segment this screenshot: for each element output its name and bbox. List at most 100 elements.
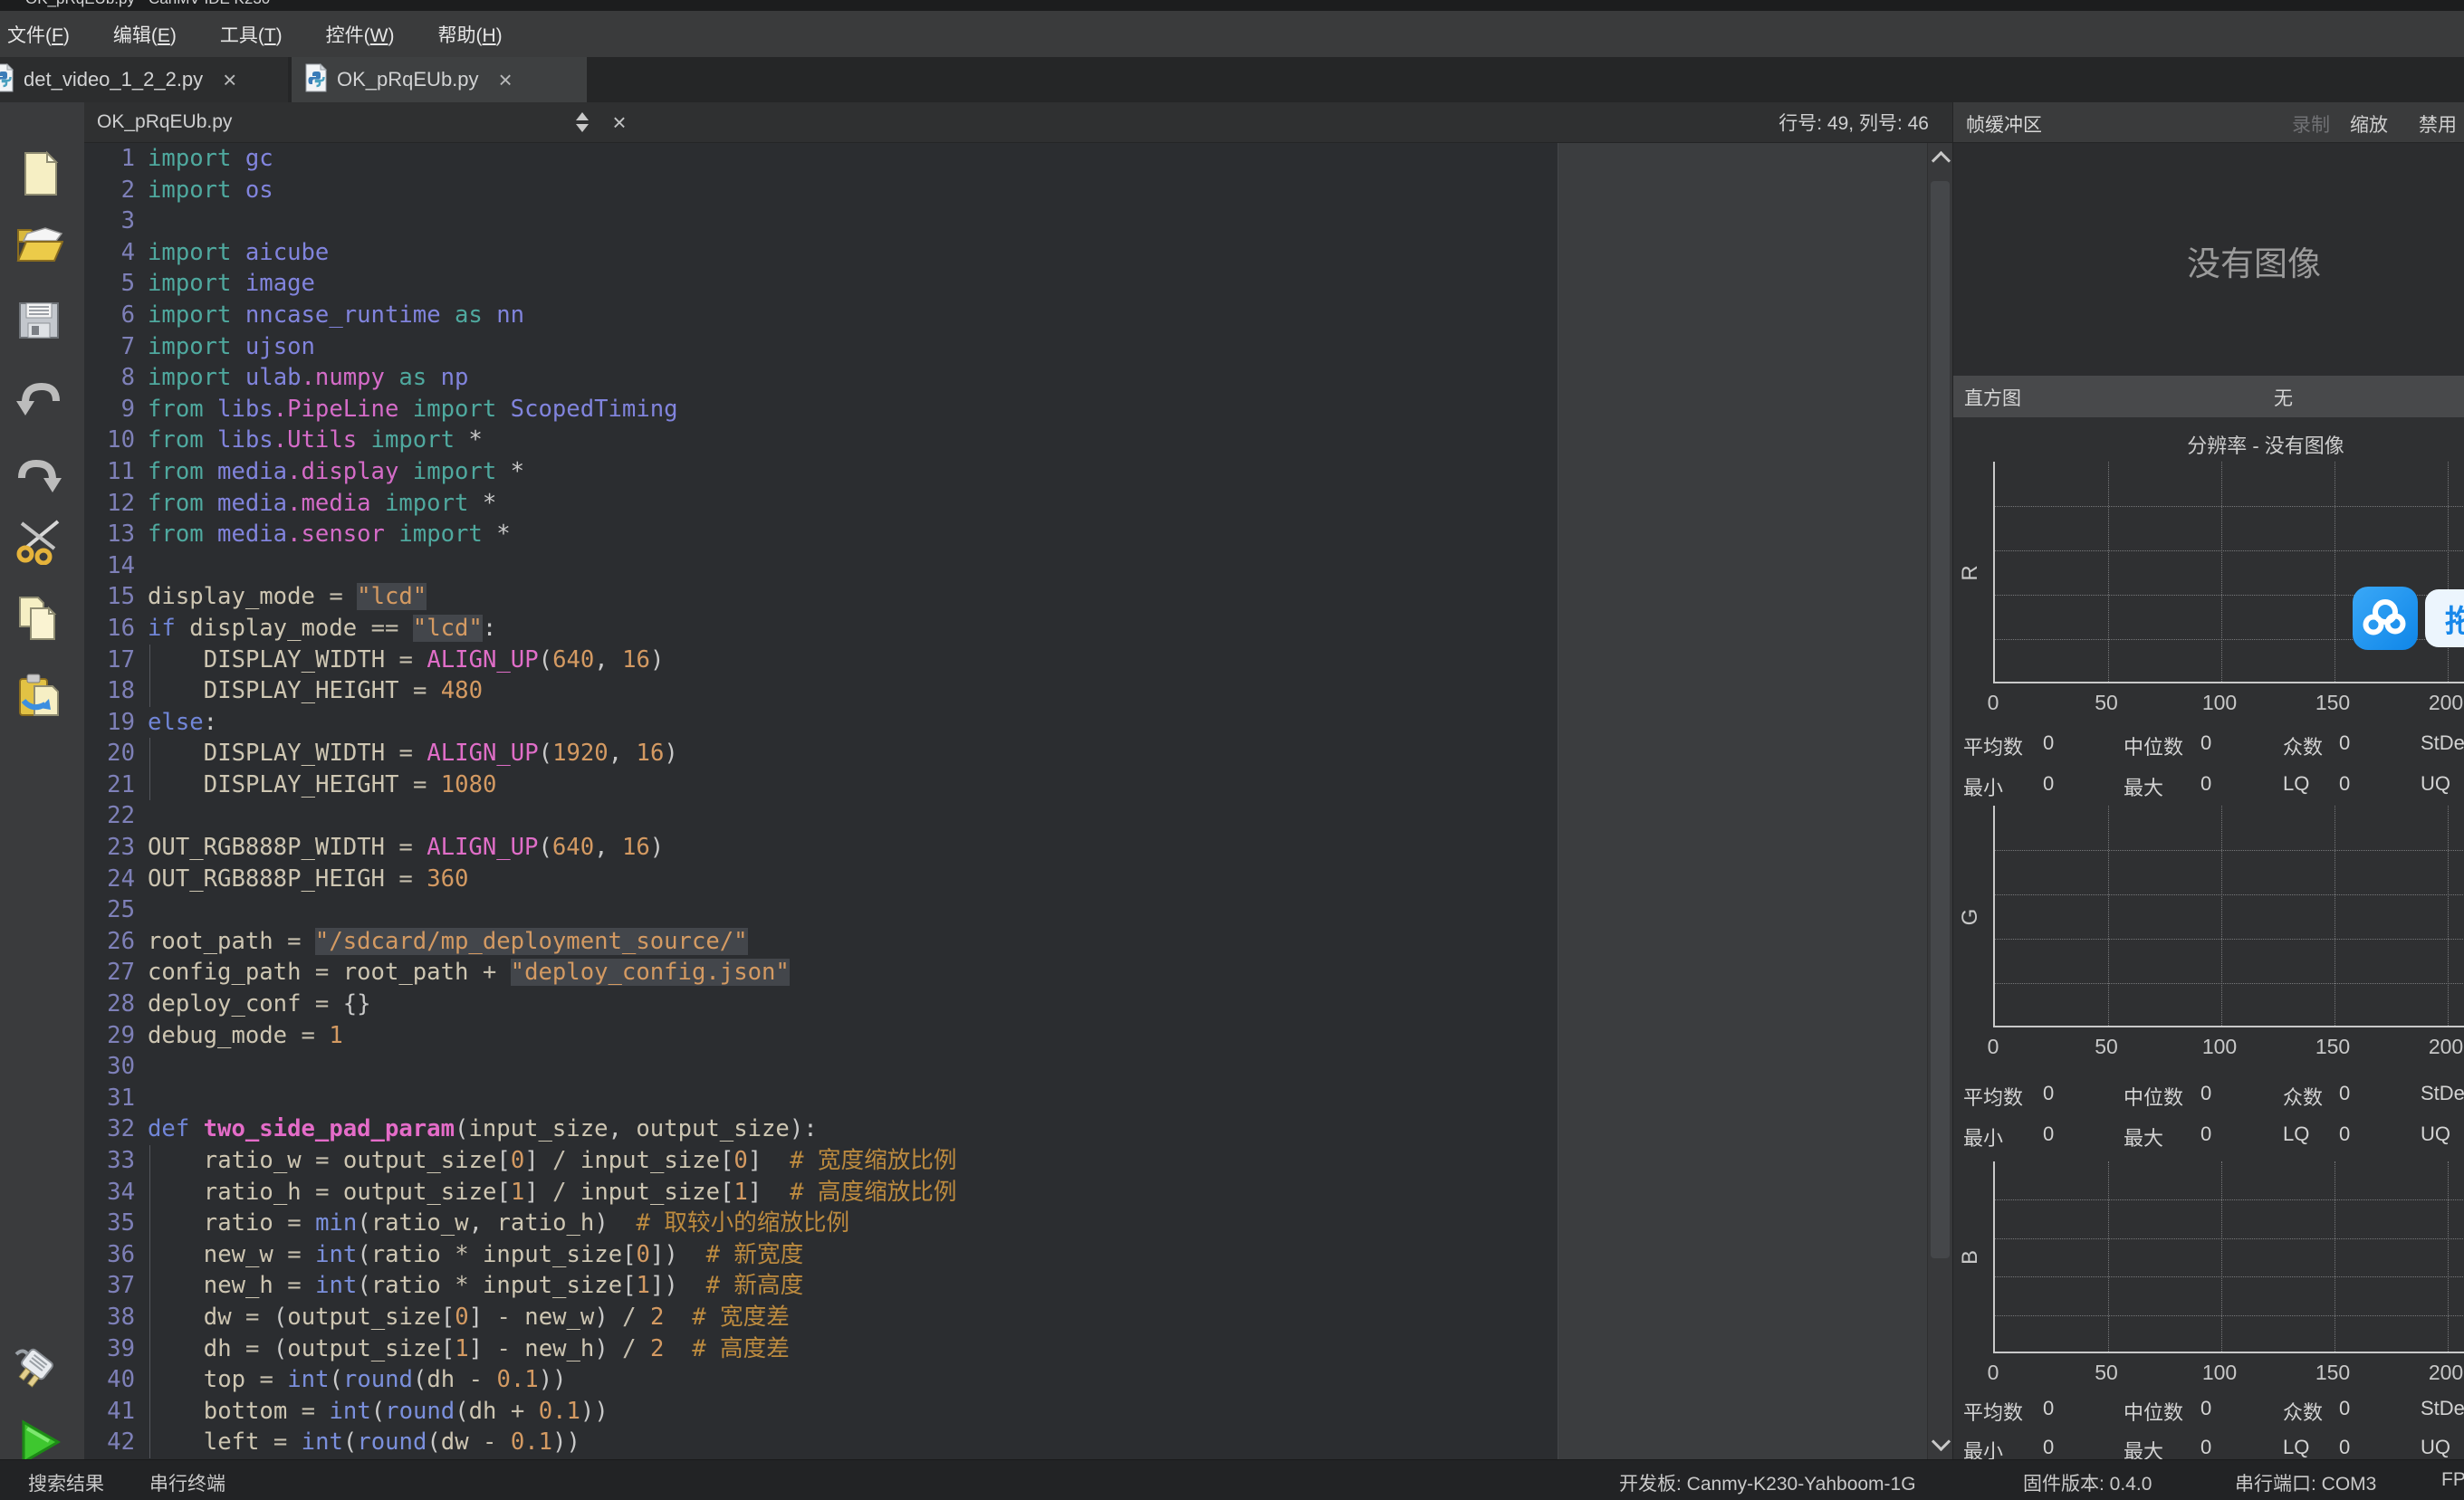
redo-button[interactable] [14, 453, 63, 502]
code-line-15: 15display_mode = "lcd" [84, 581, 1558, 613]
menu-item-f[interactable]: 文件(F) [0, 21, 91, 48]
stat-label: 最大 [2124, 1436, 2163, 1459]
code-line-27: 27config_path = root_path + "deploy_conf… [84, 957, 1558, 989]
scroll-up-icon[interactable] [1932, 151, 1951, 170]
zoom-button[interactable]: 缩放 [2350, 110, 2388, 138]
code-line-41: 41bottom = int(round(dh + 0.1)) [84, 1396, 1558, 1428]
line-number: 20 [84, 738, 135, 769]
tab-close-icon[interactable]: × [223, 68, 236, 91]
status-bar: 搜索结果串行终端开发板: Canmy-K230-Yahboom-1G固件版本: … [0, 1459, 2464, 1500]
stat-label: 中位数 [2124, 1397, 2183, 1426]
code-line-14: 14 [84, 550, 1558, 582]
line-number: 25 [84, 894, 135, 926]
paste-button[interactable] [14, 672, 63, 721]
frame-buffer-title: 帧缓冲区 [1966, 110, 2042, 138]
line-number: 28 [84, 989, 135, 1020]
histogram-mode-bar: 直方图 无 [1953, 376, 2464, 417]
stat-label: 最小 [1963, 1436, 2003, 1459]
copy-icon [14, 631, 63, 646]
frame-buffer-header: 帧缓冲区 录制 缩放 禁用 [1952, 102, 2464, 143]
code-line-39: 39dh = (output_size[1] - new_h) / 2 # 高度… [84, 1333, 1558, 1365]
undo-button[interactable] [14, 376, 63, 425]
split-view-icon[interactable] [576, 112, 589, 132]
stat-value: 0 [2043, 1436, 2054, 1459]
code-line-6: 6import nncase_runtime as nn [84, 300, 1558, 331]
line-number: 31 [84, 1083, 135, 1114]
stat-label: 众数 [2283, 1397, 2323, 1426]
disable-button[interactable]: 禁用 [2419, 110, 2457, 138]
x-tick-label: 100 [2191, 1361, 2248, 1385]
x-tick-label: 100 [2191, 1035, 2248, 1059]
code-line-10: 10from libs.Utils import * [84, 425, 1558, 456]
copy-button[interactable] [14, 594, 63, 643]
drag-drop-overlay[interactable]: 拖拽 [2425, 589, 2464, 647]
menu-item-e[interactable]: 编辑(E) [91, 21, 198, 48]
editor-close-icon[interactable]: × [612, 109, 626, 137]
code-line-38: 38dw = (output_size[0] - new_w) / 2 # 宽度… [84, 1302, 1558, 1333]
code-line-24: 24OUT_RGB888P_HEIGH = 360 [84, 864, 1558, 895]
triangle-down-icon [576, 124, 589, 132]
tab-OK_pRqEUb.py[interactable]: OK_pRqEUb.py× [292, 57, 587, 102]
x-tick-label: 150 [2304, 691, 2362, 715]
paste-icon [14, 709, 63, 724]
save-file-button[interactable] [14, 296, 63, 345]
tab-det_video_1_2_2.py[interactable]: det_video_1_2_2.py× [0, 57, 288, 102]
scroll-down-icon[interactable] [1932, 1432, 1951, 1451]
line-number: 23 [84, 832, 135, 864]
code-line-36: 36new_w = int(ratio * input_size[0]) # 新… [84, 1239, 1558, 1271]
output-pane-tab[interactable]: 搜索结果 [28, 1469, 104, 1496]
output-pane-tab[interactable]: 串行终端 [149, 1469, 225, 1496]
stat-label: UQ [2421, 1436, 2450, 1459]
stat-label: 最小 [1963, 772, 2003, 801]
baidu-netdisk-icon[interactable] [2353, 587, 2418, 650]
scrollbar-thumb[interactable] [1931, 181, 1950, 1258]
line-number: 37 [84, 1270, 135, 1302]
tab-close-icon[interactable]: × [499, 68, 513, 91]
stat-value: 0 [2200, 1397, 2211, 1420]
line-number: 1 [84, 143, 135, 175]
line-number: 21 [84, 769, 135, 801]
menu-item-h[interactable]: 帮助(H) [417, 21, 524, 48]
histogram-plot-r [1993, 462, 2464, 683]
line-number: 38 [84, 1302, 135, 1333]
stat-value: 0 [2200, 731, 2211, 755]
x-tick-label: 0 [1964, 1361, 2022, 1385]
window-title-bar: OK_pRqEUb.py - CanMV IDE K230 [0, 0, 2464, 11]
stat-value: 0 [2200, 1082, 2211, 1105]
connect-button[interactable] [14, 1342, 63, 1390]
code-editor[interactable]: 1import gc2import os34import aicube5impo… [84, 143, 1558, 1459]
code-line-1: 1import gc [84, 143, 1558, 175]
line-number: 33 [84, 1145, 135, 1177]
code-line-28: 28deploy_conf = {} [84, 989, 1558, 1020]
record-button[interactable]: 录制 [2292, 110, 2330, 138]
stat-value: 0 [2043, 772, 2054, 796]
stat-label: 中位数 [2124, 1082, 2183, 1111]
editor-empty-region [1558, 143, 1928, 1459]
menu-item-w[interactable]: 控件(W) [304, 21, 417, 48]
line-number: 35 [84, 1208, 135, 1239]
stat-label: StDe [2421, 1397, 2464, 1420]
stat-label: 平均数 [1963, 1397, 2023, 1426]
cut-button[interactable] [14, 516, 63, 565]
line-number: 8 [84, 362, 135, 394]
code-line-2: 2import os [84, 175, 1558, 206]
channel-label-r: R [1958, 559, 1983, 587]
x-tick-label: 50 [2077, 1035, 2135, 1059]
histogram-plot-b [1993, 1161, 2464, 1353]
code-line-8: 8import ulab.numpy as np [84, 362, 1558, 394]
editor-vertical-scrollbar[interactable] [1927, 143, 1953, 1459]
code-line-26: 26root_path = "/sdcard/mp_deployment_sou… [84, 926, 1558, 958]
histogram-mode-select[interactable]: 无 [2274, 384, 2293, 411]
open-file-button[interactable] [14, 219, 63, 268]
stat-value: 0 [2043, 731, 2054, 755]
stat-label: 平均数 [1963, 731, 2023, 760]
stat-value: 0 [2200, 772, 2211, 796]
menu-item-t[interactable]: 工具(T) [198, 21, 304, 48]
new-file-button[interactable] [14, 149, 63, 198]
code-line-22: 22 [84, 800, 1558, 832]
stat-value: 0 [2339, 1123, 2350, 1146]
code-line-12: 12from media.media import * [84, 488, 1558, 520]
line-number: 34 [84, 1177, 135, 1209]
code-line-25: 25 [84, 894, 1558, 926]
x-tick-label: 200 [2417, 1035, 2464, 1059]
